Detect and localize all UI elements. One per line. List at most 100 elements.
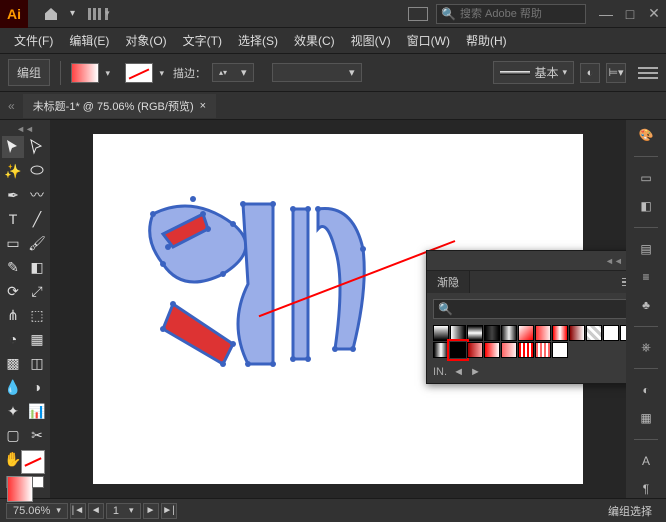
slice-tool[interactable]: ✂ bbox=[26, 424, 48, 446]
symbols-panel-icon[interactable]: ♣ bbox=[635, 296, 657, 314]
swatch-item[interactable] bbox=[450, 325, 466, 341]
properties-panel-icon[interactable]: ▭ bbox=[635, 169, 657, 187]
artboard-next-icon[interactable]: ► bbox=[143, 503, 159, 519]
menu-item[interactable]: 帮助(H) bbox=[458, 28, 515, 53]
stroke-panel-icon[interactable]: ≡ bbox=[635, 268, 657, 286]
transparency-panel-icon[interactable]: ◐ bbox=[635, 381, 657, 399]
document-tab-close-icon[interactable]: × bbox=[200, 100, 206, 112]
swatch-item[interactable] bbox=[450, 342, 466, 358]
symbol-sprayer-tool[interactable]: ✦ bbox=[2, 400, 24, 422]
swatch-item[interactable] bbox=[518, 325, 534, 341]
menu-item[interactable]: 窗口(W) bbox=[399, 28, 458, 53]
stroke-swatch[interactable]: ▾ bbox=[125, 63, 153, 83]
panel-search-input[interactable] bbox=[453, 303, 626, 315]
scale-tool[interactable]: ⤢ bbox=[26, 280, 48, 302]
character-panel-icon[interactable]: A bbox=[635, 452, 657, 470]
swatch-item[interactable] bbox=[433, 325, 449, 341]
stroke-indicator[interactable] bbox=[21, 450, 45, 474]
maximize-button[interactable]: □ bbox=[618, 3, 642, 25]
shaper-tool[interactable]: ✎ bbox=[2, 256, 24, 278]
canvas-area[interactable]: ◄◄ ✕ 渐隐 🔍 IN. ◄ ► ✂ bbox=[50, 120, 626, 498]
toolbox-collapse-icon[interactable]: ◄◄ bbox=[16, 124, 34, 134]
graph-tool[interactable]: 📊 bbox=[26, 400, 48, 422]
help-search-input[interactable] bbox=[460, 8, 581, 20]
swatch-item[interactable] bbox=[433, 342, 449, 358]
rotate-tool[interactable]: ⟳ bbox=[2, 280, 24, 302]
line-tool[interactable]: ╱ bbox=[26, 208, 48, 230]
zoom-level[interactable]: 75.06%▾ bbox=[6, 503, 68, 519]
blend-tool[interactable]: ◑ bbox=[26, 376, 48, 398]
artboard-number[interactable]: 1▾ bbox=[106, 503, 141, 519]
minimize-button[interactable]: — bbox=[594, 3, 618, 25]
fill-indicator[interactable] bbox=[7, 476, 33, 502]
swatch-item[interactable] bbox=[467, 325, 483, 341]
artboard-prev-icon[interactable]: ◄ bbox=[88, 503, 104, 519]
artwork-selection[interactable] bbox=[133, 184, 393, 404]
panel-search[interactable]: 🔍 bbox=[433, 299, 626, 319]
home-icon[interactable] bbox=[36, 4, 66, 24]
paragraph-panel-icon[interactable]: ¶ bbox=[635, 480, 657, 498]
artboard-last-icon[interactable]: ►| bbox=[161, 503, 177, 519]
swatch-item[interactable] bbox=[484, 325, 500, 341]
prev-icon[interactable]: ◄ bbox=[453, 366, 464, 378]
mesh-tool[interactable]: ▩ bbox=[2, 352, 24, 374]
gradient-tool[interactable]: ◫ bbox=[26, 352, 48, 374]
width-tool[interactable]: ⋔ bbox=[2, 304, 24, 326]
menu-item[interactable]: 选择(S) bbox=[230, 28, 286, 53]
menu-item[interactable]: 文字(T) bbox=[175, 28, 230, 53]
menu-item[interactable]: 文件(F) bbox=[6, 28, 61, 53]
magic-wand-tool[interactable]: ✨ bbox=[2, 160, 24, 182]
swatch-item[interactable] bbox=[535, 325, 551, 341]
swatch-item[interactable] bbox=[552, 325, 568, 341]
swatch-item[interactable] bbox=[569, 325, 585, 341]
brush-select[interactable]: ▾ bbox=[272, 63, 362, 82]
swatch-item[interactable] bbox=[535, 342, 551, 358]
none-mode[interactable] bbox=[32, 476, 44, 488]
library-menu[interactable]: IN. bbox=[433, 366, 447, 378]
type-tool[interactable]: T bbox=[2, 208, 24, 230]
fill-swatch[interactable]: ▾ bbox=[71, 63, 99, 83]
swatch-item[interactable] bbox=[518, 342, 534, 358]
artboard-first-icon[interactable]: |◄ bbox=[70, 503, 86, 519]
curvature-tool[interactable]: 〰 bbox=[26, 184, 48, 206]
swatch-item[interactable] bbox=[501, 325, 517, 341]
shape-builder-tool[interactable]: ◔ bbox=[2, 328, 24, 350]
perspective-tool[interactable]: ▦ bbox=[26, 328, 48, 350]
swatch-item[interactable] bbox=[484, 342, 500, 358]
document-tab[interactable]: 未标题-1* @ 75.06% (RGB/预览) × bbox=[23, 94, 216, 118]
opacity-button[interactable]: ◐ bbox=[580, 63, 600, 83]
align-panel-icon[interactable]: ▦ bbox=[635, 409, 657, 427]
chevron-down-icon[interactable]: ▾ bbox=[70, 8, 75, 19]
selection-tool[interactable] bbox=[2, 136, 24, 158]
color-panel-icon[interactable]: 🎨 bbox=[635, 126, 657, 144]
panel-titlebar[interactable]: ◄◄ ✕ bbox=[427, 251, 626, 271]
panel-menu-icon[interactable] bbox=[622, 278, 626, 287]
help-search[interactable]: 🔍 bbox=[436, 4, 586, 24]
swatch-item[interactable] bbox=[501, 342, 517, 358]
next-icon[interactable]: ► bbox=[470, 366, 481, 378]
panel-tab-gradient[interactable]: 渐隐 bbox=[427, 271, 470, 293]
eraser-tool[interactable]: ◧ bbox=[26, 256, 48, 278]
doc-nav-icon[interactable]: « bbox=[8, 99, 15, 113]
swatch-item[interactable] bbox=[586, 325, 602, 341]
menu-item[interactable]: 效果(C) bbox=[286, 28, 343, 53]
brushes-panel-icon[interactable]: ⎈ bbox=[635, 338, 657, 356]
eyedropper-tool[interactable]: 💧 bbox=[2, 376, 24, 398]
panel-collapse-icon[interactable]: ◄◄ bbox=[605, 256, 623, 266]
swatch-item[interactable] bbox=[467, 342, 483, 358]
arrange-docs-button[interactable]: ▾ bbox=[83, 4, 113, 24]
close-window-button[interactable]: ✕ bbox=[642, 3, 666, 25]
options-menu-icon[interactable] bbox=[638, 67, 658, 79]
graphic-style-select[interactable]: 基本▾ bbox=[493, 61, 574, 84]
free-transform-tool[interactable]: ⬚ bbox=[26, 304, 48, 326]
layers-panel-icon[interactable]: ◧ bbox=[635, 197, 657, 215]
swatch-item[interactable] bbox=[620, 325, 626, 341]
direct-selection-tool[interactable] bbox=[26, 136, 48, 158]
align-button[interactable]: ⊨▾ bbox=[606, 63, 626, 83]
menu-item[interactable]: 视图(V) bbox=[343, 28, 399, 53]
screen-mode-icon[interactable] bbox=[408, 7, 428, 21]
menu-item[interactable]: 编辑(E) bbox=[61, 28, 117, 53]
rectangle-tool[interactable]: ▭ bbox=[2, 232, 24, 254]
swatch-item[interactable] bbox=[552, 342, 568, 358]
swatch-item[interactable] bbox=[603, 325, 619, 341]
